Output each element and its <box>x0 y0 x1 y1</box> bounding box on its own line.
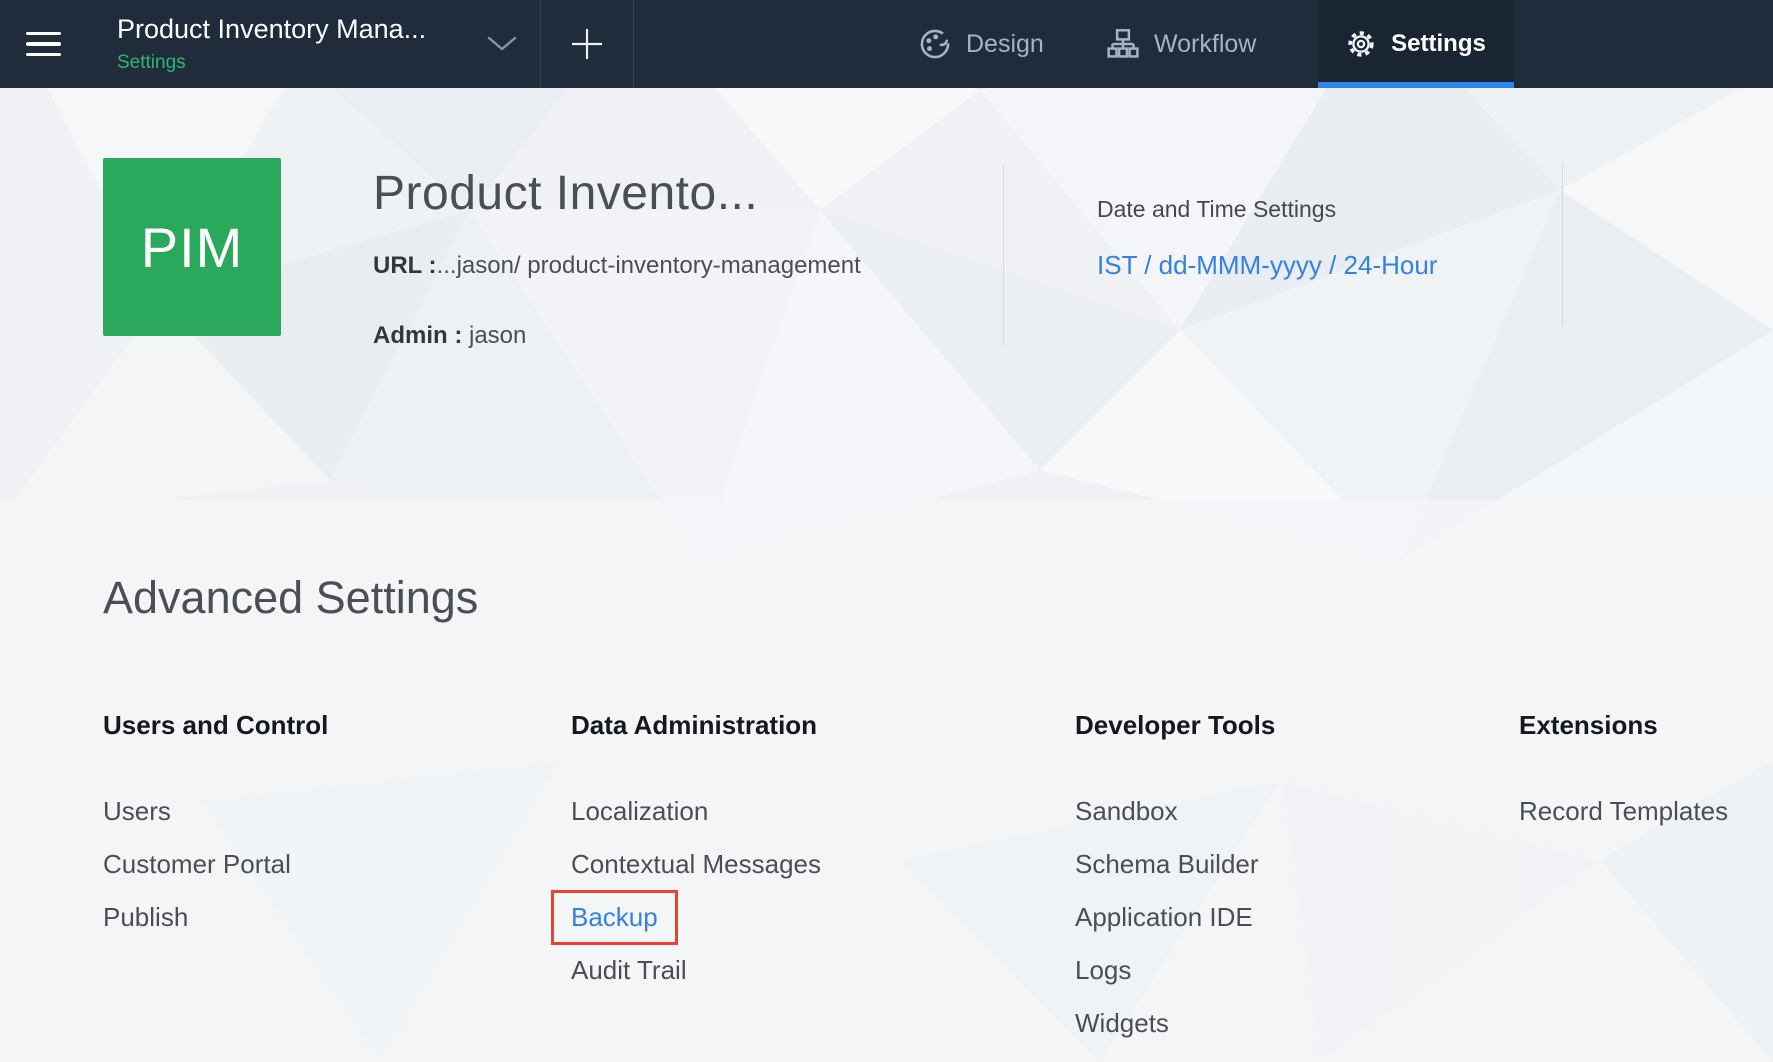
datetime-settings-link[interactable]: IST / dd-MMM-yyyy / 24-Hour <box>1097 250 1437 281</box>
column-heading: Users and Control <box>103 710 328 740</box>
settings-link-contextual-messages[interactable]: Contextual Messages <box>571 838 821 891</box>
tab-workflow-label: Workflow <box>1154 30 1256 59</box>
admin-value: jason <box>469 322 526 349</box>
tab-design-label: Design <box>966 30 1044 59</box>
column-users-and-control: Users and Control Users Customer Portal … <box>103 710 328 944</box>
chevron-down-icon[interactable] <box>486 0 518 88</box>
tab-settings[interactable]: Settings <box>1318 0 1514 88</box>
tab-design[interactable]: Design <box>918 0 1044 88</box>
column-data-administration: Data Administration Localization Context… <box>571 710 821 997</box>
settings-link-logs[interactable]: Logs <box>1075 944 1275 997</box>
settings-link-widgets[interactable]: Widgets <box>1075 997 1275 1050</box>
column-heading: Extensions <box>1519 710 1728 740</box>
app-logo: PIM <box>103 158 281 336</box>
plus-icon[interactable] <box>541 0 633 88</box>
hamburger-icon[interactable] <box>26 0 70 88</box>
settings-link-audit-trail[interactable]: Audit Trail <box>571 944 821 997</box>
column-extensions: Extensions Record Templates <box>1519 710 1728 838</box>
app-switcher[interactable]: Product Inventory Mana... Settings <box>117 0 477 88</box>
settings-link-publish[interactable]: Publish <box>103 891 328 944</box>
settings-link-sandbox[interactable]: Sandbox <box>1075 785 1275 838</box>
datetime-settings-title: Date and Time Settings <box>1097 196 1336 223</box>
topbar-app-title: Product Inventory Mana... <box>117 14 426 45</box>
url-label: URL : <box>373 252 437 279</box>
org-chart-icon <box>1106 27 1140 61</box>
topbar: Product Inventory Mana... Settings <box>0 0 1773 88</box>
column-developer-tools: Developer Tools Sandbox Schema Builder A… <box>1075 710 1275 1050</box>
palette-icon <box>918 27 952 61</box>
settings-link-users[interactable]: Users <box>103 785 328 838</box>
settings-link-record-templates[interactable]: Record Templates <box>1519 785 1728 838</box>
admin-label: Admin : <box>373 322 462 349</box>
advanced-settings-title: Advanced Settings <box>103 572 478 624</box>
app-name-title: Product Invento... <box>373 166 758 221</box>
topbar-divider <box>633 0 634 88</box>
section-divider <box>1562 163 1563 327</box>
active-tab-underline <box>1318 82 1514 88</box>
settings-link-backup[interactable]: Backup <box>571 891 821 944</box>
url-value: ...jason/ product-inventory-management <box>437 252 861 279</box>
topbar-app-subtitle: Settings <box>117 52 186 74</box>
section-divider <box>1003 165 1004 345</box>
tab-workflow[interactable]: Workflow <box>1106 0 1256 88</box>
app-screen: Product Inventory Mana... Settings <box>0 0 1773 1062</box>
column-heading: Data Administration <box>571 710 821 740</box>
app-logo-text: PIM <box>141 215 244 280</box>
app-admin-row: Admin : jason <box>373 322 526 350</box>
backup-highlight-box[interactable]: Backup <box>551 890 678 945</box>
settings-link-schema-builder[interactable]: Schema Builder <box>1075 838 1275 891</box>
app-url-row: URL :...jason/ product-inventory-managem… <box>373 252 861 280</box>
gear-icon <box>1346 29 1376 59</box>
settings-link-customer-portal[interactable]: Customer Portal <box>103 838 328 891</box>
settings-link-application-ide[interactable]: Application IDE <box>1075 891 1275 944</box>
column-heading: Developer Tools <box>1075 710 1275 740</box>
tab-settings-label: Settings <box>1391 30 1486 58</box>
settings-link-localization[interactable]: Localization <box>571 785 821 838</box>
